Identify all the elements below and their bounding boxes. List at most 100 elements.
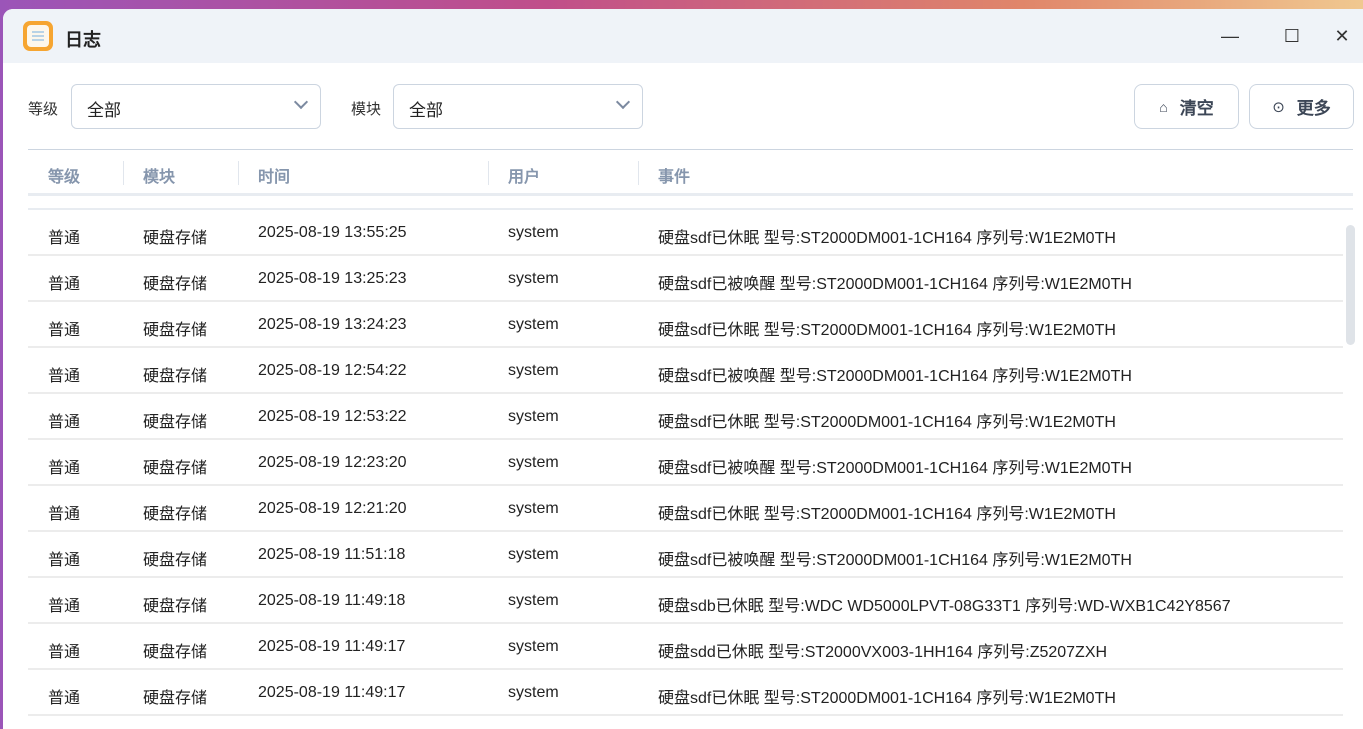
table-row[interactable]: 普通 硬盘存储 2025-08-19 13:55:25 system 硬盘sdf已休眠 … xyxy=(28,210,1343,256)
more-circle-icon: ⊙ xyxy=(1272,98,1285,116)
column-divider xyxy=(238,161,239,185)
cell-event: 硬盘sdf已休眠 型号:ST2000DM001-1CH164 序列号:W1E2M… xyxy=(658,322,1116,339)
cell-module: 硬盘存储 xyxy=(143,598,208,615)
cell-event: 硬盘sdf已被唤醒 型号:ST2000DM001-1CH164 序列号:W1E2… xyxy=(658,276,1132,293)
table-row[interactable]: 普通 硬盘存储 2025-08-19 12:21:20 system 硬盘sdf已休眠 … xyxy=(28,486,1343,532)
cell-user: system xyxy=(508,592,559,609)
cell-module: 硬盘存储 xyxy=(143,276,208,293)
cell-level: 普通 xyxy=(48,598,81,615)
cell-level: 普通 xyxy=(48,552,81,569)
table-row[interactable]: 普通 硬盘存储 2025-08-19 11:49:18 system 硬盘sdb已休眠 … xyxy=(28,578,1343,624)
cell-user: system xyxy=(508,454,559,471)
table-row[interactable]: 普通 硬盘存储 2025-08-19 12:53:22 system 硬盘sdf已休眠 … xyxy=(28,394,1343,440)
column-divider xyxy=(488,161,489,185)
column-divider xyxy=(638,161,639,185)
table-row[interactable]: 普通 硬盘存储 2025-08-19 11:49:17 system 硬盘sdf已休眠 … xyxy=(28,670,1343,716)
cell-module: 硬盘存储 xyxy=(143,506,208,523)
cell-time: 2025-08-19 12:21:20 xyxy=(258,500,407,517)
cell-user: system xyxy=(508,500,559,517)
brush-icon: ⌂ xyxy=(1159,98,1168,115)
title-bar: 日志 — ☐ ✕ xyxy=(3,9,1363,63)
table-row[interactable]: 普通 硬盘存储 2025-08-19 11:51:18 system 硬盘sdf已被唤醒… xyxy=(28,532,1343,578)
cell-level: 普通 xyxy=(48,690,81,707)
cell-module: 硬盘存储 xyxy=(143,230,208,247)
cell-user: system xyxy=(508,546,559,563)
log-table: 等级 模块 时间 用户 事件 普通 硬盘存储 2025-08-19 13:55:25… xyxy=(28,149,1353,716)
cell-level: 普通 xyxy=(48,506,81,523)
cell-level: 普通 xyxy=(48,322,81,339)
clear-button[interactable]: ⌂ 清空 xyxy=(1134,84,1239,129)
header-time[interactable]: 时间 xyxy=(258,163,290,187)
cell-event: 硬盘sdf已休眠 型号:ST2000DM001-1CH164 序列号:W1E2M… xyxy=(658,414,1116,431)
chevron-down-icon xyxy=(293,94,309,110)
cell-level: 普通 xyxy=(48,230,81,247)
partial-row xyxy=(28,196,1353,210)
cell-time: 2025-08-19 12:53:22 xyxy=(258,408,407,425)
cell-time: 2025-08-19 13:55:25 xyxy=(258,224,407,241)
level-filter-label: 等级 xyxy=(28,101,59,118)
level-select[interactable]: 全部 xyxy=(71,84,321,129)
cell-user: system xyxy=(508,224,559,241)
cell-module: 硬盘存储 xyxy=(143,322,208,339)
cell-module: 硬盘存储 xyxy=(143,690,208,707)
header-module[interactable]: 模块 xyxy=(143,163,175,187)
cell-event: 硬盘sdf已被唤醒 型号:ST2000DM001-1CH164 序列号:W1E2… xyxy=(658,460,1132,477)
vertical-scrollbar[interactable] xyxy=(1346,225,1355,345)
cell-time: 2025-08-19 12:23:20 xyxy=(258,454,407,471)
cell-event: 硬盘sdf已休眠 型号:ST2000DM001-1CH164 序列号:W1E2M… xyxy=(658,230,1116,247)
cell-event: 硬盘sdf已休眠 型号:ST2000DM001-1CH164 序列号:W1E2M… xyxy=(658,506,1116,523)
window-title: 日志 xyxy=(65,30,101,50)
cell-time: 2025-08-19 11:51:18 xyxy=(258,546,406,563)
table-row[interactable]: 普通 硬盘存储 2025-08-19 11:49:17 system 硬盘sdd已休眠 … xyxy=(28,624,1343,670)
column-divider xyxy=(123,161,124,185)
filter-bar: 等级 全部 模块 全部 ⌂ 清空 ⊙ 更多 xyxy=(3,84,1363,130)
cell-time: 2025-08-19 11:49:18 xyxy=(258,592,406,609)
header-event[interactable]: 事件 xyxy=(658,163,690,187)
cell-time: 2025-08-19 13:24:23 xyxy=(258,316,407,333)
clear-label: 清空 xyxy=(1179,99,1214,118)
more-label: 更多 xyxy=(1296,99,1331,118)
cell-time: 2025-08-19 11:49:17 xyxy=(258,684,406,701)
cell-module: 硬盘存储 xyxy=(143,368,208,385)
cell-time: 2025-08-19 12:54:22 xyxy=(258,362,407,379)
header-level[interactable]: 等级 xyxy=(48,163,80,187)
cell-time: 2025-08-19 11:49:17 xyxy=(258,638,406,655)
cell-time: 2025-08-19 13:25:23 xyxy=(258,270,407,287)
table-row[interactable]: 普通 硬盘存储 2025-08-19 12:23:20 system 硬盘sdf已被唤醒… xyxy=(28,440,1343,486)
module-filter-label: 模块 xyxy=(351,101,382,118)
cell-module: 硬盘存储 xyxy=(143,414,208,431)
cell-user: system xyxy=(508,270,559,287)
cell-event: 硬盘sdb已休眠 型号:WDC WD5000LPVT-08G33T1 序列号:W… xyxy=(658,598,1231,615)
minimize-button[interactable]: — xyxy=(1216,23,1244,49)
log-window: 日志 — ☐ ✕ 等级 全部 模块 全部 ⌂ 清空 ⊙ 更多 等级 模块 时间 用户… xyxy=(3,9,1363,729)
table-row[interactable]: 普通 硬盘存储 2025-08-19 12:54:22 system 硬盘sdf已被唤醒… xyxy=(28,348,1343,394)
cell-module: 硬盘存储 xyxy=(143,644,208,661)
log-app-icon xyxy=(23,21,53,51)
chevron-down-icon xyxy=(615,94,631,110)
table-row[interactable]: 普通 硬盘存储 2025-08-19 13:24:23 system 硬盘sdf已休眠 … xyxy=(28,302,1343,348)
cell-event: 硬盘sdf已被唤醒 型号:ST2000DM001-1CH164 序列号:W1E2… xyxy=(658,552,1132,569)
cell-user: system xyxy=(508,316,559,333)
cell-user: system xyxy=(508,362,559,379)
cell-level: 普通 xyxy=(48,414,81,431)
more-button[interactable]: ⊙ 更多 xyxy=(1249,84,1354,129)
cell-level: 普通 xyxy=(48,644,81,661)
header-user[interactable]: 用户 xyxy=(508,163,540,187)
cell-user: system xyxy=(508,408,559,425)
cell-module: 硬盘存储 xyxy=(143,552,208,569)
cell-level: 普通 xyxy=(48,460,81,477)
table-row[interactable]: 普通 硬盘存储 2025-08-19 13:25:23 system 硬盘sdf已被唤醒… xyxy=(28,256,1343,302)
close-button[interactable]: ✕ xyxy=(1328,23,1356,49)
cell-event: 硬盘sdf已被唤醒 型号:ST2000DM001-1CH164 序列号:W1E2… xyxy=(658,368,1132,385)
table-body: 普通 硬盘存储 2025-08-19 13:55:25 system 硬盘sdf已休眠 … xyxy=(28,210,1353,716)
cell-event: 硬盘sdf已休眠 型号:ST2000DM001-1CH164 序列号:W1E2M… xyxy=(658,690,1116,707)
maximize-button[interactable]: ☐ xyxy=(1278,23,1306,49)
module-select[interactable]: 全部 xyxy=(393,84,643,129)
cell-user: system xyxy=(508,684,559,701)
cell-module: 硬盘存储 xyxy=(143,460,208,477)
level-select-value: 全部 xyxy=(87,101,121,120)
cell-user: system xyxy=(508,638,559,655)
cell-level: 普通 xyxy=(48,276,81,293)
table-header: 等级 模块 时间 用户 事件 xyxy=(28,149,1353,196)
cell-event: 硬盘sdd已休眠 型号:ST2000VX003-1HH164 序列号:Z5207… xyxy=(658,644,1108,661)
